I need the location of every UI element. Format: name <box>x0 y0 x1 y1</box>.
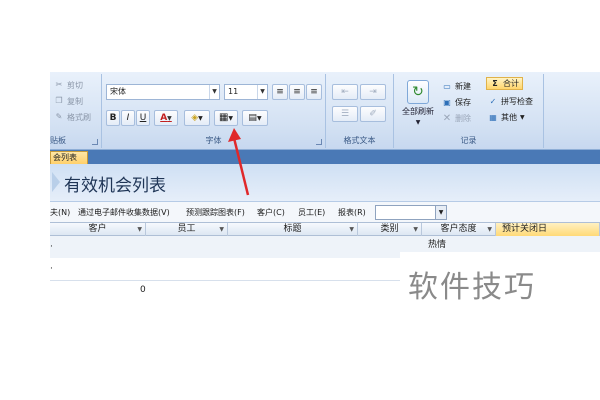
save-button[interactable]: ▣ 保存 <box>442 96 471 109</box>
chevron-down-icon[interactable]: ▼ <box>413 223 418 236</box>
watermark: 软件技巧 <box>400 252 600 312</box>
document-tab-strip: 会列表 <box>50 150 600 164</box>
align-center-button[interactable]: ≡ <box>289 84 305 100</box>
chevron-down-icon: ▼ <box>257 85 267 99</box>
tab-opportunity-list[interactable]: 会列表 <box>50 151 88 164</box>
align-right-button[interactable]: ≡ <box>306 84 322 100</box>
column-header-title[interactable]: 标题 ▼ <box>228 223 358 236</box>
font-size-combo[interactable]: 11 ▼ <box>224 84 268 100</box>
records-group: ↻ 全部刷新 ▼ ▭ 新建 ▣ 保存 ✕ 删除 Σ 合计 ✓ 拼写检查 ▦ 其他… <box>394 74 544 148</box>
font-color-button[interactable]: A▼ <box>154 110 178 126</box>
spelling-button[interactable]: ✓ 拼写检查 <box>488 95 533 108</box>
rich-text-group-label: 格式文本 <box>343 136 376 145</box>
page-title: 有效机会列表 <box>64 176 166 196</box>
chevron-down-icon: ▼ <box>415 119 421 126</box>
header-chevron-icon <box>52 172 60 192</box>
chevron-down-icon: ▼ <box>228 115 234 122</box>
table-icon: ▦ <box>489 112 497 122</box>
more-button[interactable]: ▦ 其他 ▼ <box>488 111 525 124</box>
copy-button[interactable]: ❐ 复制 <box>54 94 83 108</box>
align-center-icon: ≡ <box>293 87 301 97</box>
decrease-indent-button[interactable]: ⇤ <box>332 84 358 100</box>
brush-icon: ✎ <box>55 112 63 121</box>
clipboard-launcher-icon[interactable] <box>92 139 98 145</box>
indent-icon: ⇥ <box>369 87 377 97</box>
link-reports[interactable]: 报表(R) <box>338 207 366 218</box>
chevron-down-icon: ▼ <box>209 85 219 99</box>
link-forecast-chart[interactable]: 预测跟踪图表(F) <box>186 207 245 218</box>
ribbon: ✂ 剪切 ❐ 复制 ✎ 格式刷 贴板 宋体 ▼ 11 ▼ ≡ ≡ ≡ B I U… <box>50 72 600 150</box>
row-selector[interactable]: · <box>50 242 53 252</box>
records-group-label: 记录 <box>460 136 477 145</box>
attitude-cell[interactable]: 热情 <box>428 237 446 250</box>
bold-button[interactable]: B <box>106 110 120 126</box>
chevron-down-icon: ▼ <box>198 115 203 122</box>
link-employees[interactable]: 员工(E) <box>298 207 325 218</box>
highlighter-icon: ✐ <box>369 109 377 119</box>
column-header-employee[interactable]: 员工 ▼ <box>146 223 228 236</box>
new-record-icon: ▭ <box>443 81 451 91</box>
font-group: 宋体 ▼ 11 ▼ ≡ ≡ ≡ B I U A▼ ◈▼ ▦▼ ▤▼ 字体 <box>102 74 326 148</box>
chevron-down-icon[interactable]: ▼ <box>219 223 224 236</box>
spell-check-icon: ✓ <box>489 96 497 106</box>
italic-button[interactable]: I <box>121 110 135 126</box>
clipboard-group: ✂ 剪切 ❐ 复制 ✎ 格式刷 贴板 <box>50 74 102 148</box>
font-launcher-icon[interactable] <box>316 139 322 145</box>
chevron-down-icon: ▼ <box>435 206 446 219</box>
copy-icon: ❐ <box>55 96 63 105</box>
link-customers[interactable]: 客户(C) <box>257 207 285 218</box>
font-group-label: 字体 <box>205 136 222 145</box>
align-left-button[interactable]: ≡ <box>272 84 288 100</box>
increase-indent-button[interactable]: ⇥ <box>360 84 386 100</box>
chevron-down-icon: ▼ <box>520 114 525 121</box>
outdent-icon: ⇤ <box>341 87 349 97</box>
chevron-down-icon: ▼ <box>167 115 172 122</box>
link-new[interactable]: 夫(N) <box>50 207 70 218</box>
underline-button[interactable]: U <box>136 110 150 126</box>
filter-dropdown[interactable]: ▼ <box>375 205 447 220</box>
chevron-down-icon[interactable]: ▼ <box>137 223 142 236</box>
refresh-all-button[interactable]: ↻ 全部刷新 ▼ <box>398 80 438 126</box>
link-collect-email[interactable]: 通过电子邮件收集数据(V) <box>78 207 170 218</box>
chevron-down-icon: ▼ <box>256 115 262 122</box>
cut-button[interactable]: ✂ 剪切 <box>54 78 83 92</box>
form-header: 有效机会列表 <box>50 164 600 202</box>
chevron-down-icon[interactable]: ▼ <box>349 223 354 236</box>
rows-icon: ▤ <box>248 113 257 123</box>
gridlines-button[interactable]: ▦▼ <box>214 110 238 126</box>
font-name-combo[interactable]: 宋体 ▼ <box>106 84 220 100</box>
column-header-customer[interactable]: 客户 ▼ <box>50 223 146 236</box>
total-value-cell[interactable]: 0 <box>140 285 146 295</box>
fill-color-button[interactable]: ◈▼ <box>184 110 210 126</box>
form-link-toolbar: 夫(N) 通过电子邮件收集数据(V) 预测跟踪图表(F) 客户(C) 员工(E)… <box>50 202 600 222</box>
highlight-button[interactable]: ✐ <box>360 106 386 122</box>
delete-button[interactable]: ✕ 删除 <box>442 112 471 125</box>
delete-x-icon: ✕ <box>442 112 452 124</box>
totals-button[interactable]: Σ 合计 <box>486 77 523 90</box>
datasheet-header: 客户 ▼ 员工 ▼ 标题 ▼ 类别 ▼ 客户态度 ▼ 预计关闭日 <box>50 222 600 236</box>
sigma-icon: Σ <box>492 78 498 88</box>
save-icon: ▣ <box>443 97 451 107</box>
alternate-row-color-button[interactable]: ▤▼ <box>242 110 268 126</box>
rich-text-group: ⇤ ⇥ ☰ ✐ 格式文本 <box>326 74 394 148</box>
column-header-attitude[interactable]: 客户态度 ▼ <box>422 223 496 236</box>
refresh-icon: ↻ <box>407 80 429 104</box>
bullets-button[interactable]: ☰ <box>332 106 358 122</box>
bullet-list-icon: ☰ <box>340 109 350 119</box>
column-header-close-date[interactable]: 预计关闭日 <box>496 223 600 236</box>
column-header-category[interactable]: 类别 ▼ <box>358 223 422 236</box>
chevron-down-icon[interactable]: ▼ <box>487 223 492 236</box>
format-painter-button[interactable]: ✎ 格式刷 <box>54 110 91 124</box>
scissors-icon: ✂ <box>55 80 63 89</box>
align-left-icon: ≡ <box>276 87 284 97</box>
grid-icon: ▦ <box>218 112 229 123</box>
align-right-icon: ≡ <box>310 87 318 97</box>
access-window: ✂ 剪切 ❐ 复制 ✎ 格式刷 贴板 宋体 ▼ 11 ▼ ≡ ≡ ≡ B I U… <box>50 72 600 312</box>
new-record-button[interactable]: ▭ 新建 <box>442 80 471 93</box>
row-selector[interactable]: · <box>50 264 53 274</box>
